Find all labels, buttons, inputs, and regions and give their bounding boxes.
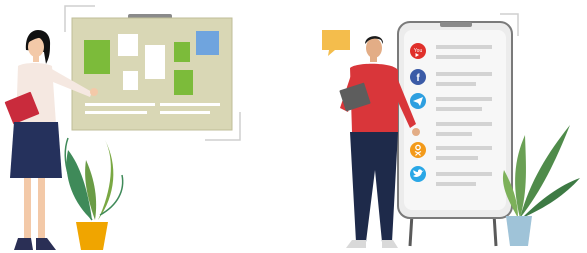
twitter-icon — [410, 166, 426, 182]
sticky-note — [174, 42, 190, 62]
board-line — [160, 103, 220, 106]
youtube-icon: You — [410, 43, 426, 59]
telegram-icon — [410, 93, 426, 109]
board-line — [85, 103, 155, 106]
flower-pot — [506, 216, 532, 246]
board-line — [160, 111, 210, 114]
flower-pot — [76, 222, 108, 250]
svg-text:You: You — [414, 48, 423, 54]
sticky-note — [196, 31, 219, 55]
left-plant — [64, 137, 124, 250]
sticky-note — [123, 71, 138, 90]
sticky-note — [145, 45, 165, 79]
chat-bubble-icon — [322, 30, 350, 56]
phone-notch — [440, 22, 472, 27]
sticky-note — [118, 34, 138, 56]
right-scene: You f — [322, 13, 580, 248]
odnoklassniki-icon — [410, 142, 426, 158]
sticky-note — [84, 40, 110, 74]
whiteboard — [71, 14, 233, 131]
board-line — [85, 111, 147, 114]
marketing-illustration: You f — [0, 0, 587, 253]
left-scene — [4, 5, 241, 250]
illustration-canvas: You f — [4, 5, 580, 250]
sticky-note — [174, 70, 193, 95]
facebook-icon: f — [410, 69, 426, 85]
right-plant — [502, 125, 580, 246]
